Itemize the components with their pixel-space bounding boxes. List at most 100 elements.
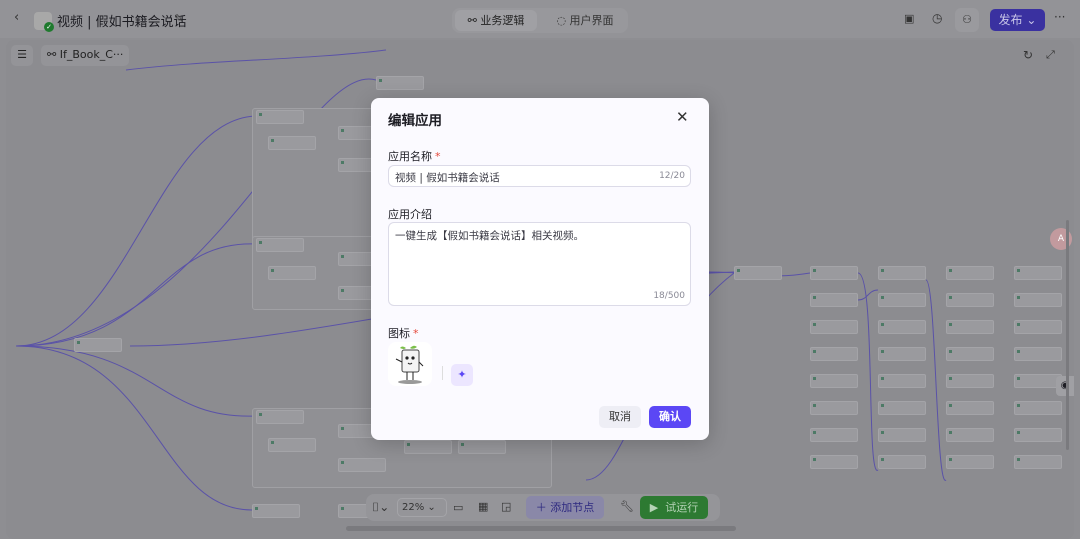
app-name-value: 视频 | 假如书籍会说话 xyxy=(395,172,500,184)
desc-label: 应用介绍 xyxy=(388,208,432,221)
required-mark: * xyxy=(413,327,419,340)
workflow-node[interactable] xyxy=(946,347,994,361)
breadcrumb-label: If_Book_C··· xyxy=(59,48,124,61)
name-char-count: 12/20 xyxy=(659,171,685,181)
palette-icon: ◌ xyxy=(556,14,570,27)
workflow-node[interactable] xyxy=(1014,428,1062,442)
ai-generate-icon-button[interactable]: ✦ xyxy=(451,364,473,386)
workflow-node[interactable] xyxy=(268,266,316,280)
workflow-node[interactable] xyxy=(810,266,858,280)
edge xyxy=(857,289,879,301)
workflow-node[interactable] xyxy=(810,428,858,442)
workflow-node[interactable] xyxy=(252,504,300,518)
workflow-node[interactable] xyxy=(256,238,304,252)
app-title: 视频 | 假如书籍会说话 xyxy=(57,15,187,30)
zoom-select[interactable]: 22% ⌄ xyxy=(397,498,447,517)
tab-business-logic[interactable]: ⚯ 业务逻辑 xyxy=(455,10,537,31)
workflow-node[interactable] xyxy=(878,293,926,307)
edge xyxy=(15,115,257,347)
workflow-node[interactable] xyxy=(1014,374,1062,388)
workflow-node[interactable] xyxy=(1014,320,1062,334)
workflow-node[interactable] xyxy=(878,401,926,415)
workflow-node[interactable] xyxy=(946,266,994,280)
name-label: 应用名称 * xyxy=(388,148,441,164)
edit-icon[interactable]: ✎ xyxy=(174,12,183,25)
dialog-title: 编辑应用 xyxy=(388,113,442,129)
app-name-input[interactable]: 视频 | 假如书籍会说话 12/20 xyxy=(388,165,691,187)
zoom-value: 22% xyxy=(402,502,425,513)
workflow-node[interactable] xyxy=(810,455,858,469)
app-description-value: 一键生成【假如书籍会说话】相关视频。 xyxy=(395,230,584,242)
workflow-node[interactable] xyxy=(878,374,926,388)
add-node-button[interactable]: ＋ 添加节点 xyxy=(526,496,604,519)
workflow-breadcrumb[interactable]: ⚯ If_Book_C··· xyxy=(41,45,129,66)
edge xyxy=(15,345,257,417)
workflow-node[interactable] xyxy=(74,338,122,352)
mouse-mode-icon[interactable]: ⌷⌄ xyxy=(372,500,389,515)
test-run-button[interactable]: ▶ 试运行 xyxy=(640,496,708,519)
collaborators-icon[interactable]: ⚇ xyxy=(955,8,979,32)
workflow-node[interactable] xyxy=(1014,266,1062,280)
archive-icon[interactable]: ▣ xyxy=(904,12,914,25)
history-icon[interactable]: ◷ xyxy=(932,11,942,25)
publish-button[interactable]: 发布 ⌄ xyxy=(990,9,1045,31)
back-icon[interactable]: ‹ xyxy=(14,10,19,25)
workflow-node[interactable] xyxy=(256,410,304,424)
edge xyxy=(125,49,387,71)
workflow-node[interactable] xyxy=(946,320,994,334)
check-icon: ✓ xyxy=(44,22,54,32)
workflow-node[interactable] xyxy=(946,401,994,415)
vertical-scrollbar[interactable] xyxy=(1066,220,1069,450)
workflow-node[interactable] xyxy=(268,438,316,452)
workflow-node[interactable] xyxy=(810,293,858,307)
workflow-node[interactable] xyxy=(338,458,386,472)
workflow-node[interactable] xyxy=(946,455,994,469)
workflow-node[interactable] xyxy=(458,440,506,454)
minimap-icon[interactable]: ◲ xyxy=(501,500,511,513)
workflow-node[interactable] xyxy=(878,347,926,361)
app-icon-image[interactable] xyxy=(388,342,432,386)
confirm-button[interactable]: 确认 xyxy=(649,406,691,428)
workflow-node[interactable] xyxy=(1014,401,1062,415)
cancel-button[interactable]: 取消 xyxy=(599,406,641,428)
edge xyxy=(15,243,257,347)
workflow-node[interactable] xyxy=(734,266,782,280)
workflow-node[interactable] xyxy=(810,347,858,361)
workflow-node[interactable] xyxy=(878,428,926,442)
workflow-node[interactable] xyxy=(1014,455,1062,469)
workflow-node[interactable] xyxy=(256,110,304,124)
outline-toggle-icon[interactable]: ☰ xyxy=(11,45,33,66)
workflow-node[interactable] xyxy=(878,455,926,469)
workflow-node[interactable] xyxy=(878,266,926,280)
edit-app-dialog: 编辑应用 ✕ 应用名称 * 视频 | 假如书籍会说话 12/20 应用介绍 一键生成… xyxy=(371,98,709,440)
refresh-icon[interactable]: ↻ xyxy=(1023,48,1033,62)
workflow-node[interactable] xyxy=(404,440,452,454)
workflow-node[interactable] xyxy=(946,374,994,388)
debug-tool-icon[interactable]: 🔧︎ xyxy=(620,500,634,513)
top-bar: ‹ ✓ 视频 | 假如书籍会说话 ✎ ⚯ 业务逻辑 ◌ 用户界面 ▣ ◷ ⚇ 发… xyxy=(0,0,1080,38)
more-icon[interactable]: ··· xyxy=(1054,10,1065,24)
workflow-node[interactable] xyxy=(376,76,424,90)
workflow-node[interactable] xyxy=(1014,347,1062,361)
workflow-node[interactable] xyxy=(268,136,316,150)
workflow-node[interactable] xyxy=(1014,293,1062,307)
workflow-node[interactable] xyxy=(946,293,994,307)
name-label-text: 应用名称 xyxy=(388,150,432,163)
workflow-node[interactable] xyxy=(810,401,858,415)
grid-layout-icon[interactable]: ▦ xyxy=(478,500,488,513)
workflow-node[interactable] xyxy=(810,320,858,334)
assistant-float-icon[interactable]: ◉ xyxy=(1056,376,1074,396)
comment-icon[interactable]: ▭ xyxy=(453,501,463,514)
workflow-node[interactable] xyxy=(946,428,994,442)
app-description-textarea[interactable]: 一键生成【假如书籍会说话】相关视频。 18/500 xyxy=(388,222,691,306)
tab-user-interface[interactable]: ◌ 用户界面 xyxy=(545,10,625,31)
expand-icon[interactable]: ⤢ xyxy=(1046,48,1055,62)
edge xyxy=(925,279,947,481)
close-icon[interactable]: ✕ xyxy=(676,108,689,126)
tab-label: 用户界面 xyxy=(569,14,614,27)
tab-label: 业务逻辑 xyxy=(480,14,525,27)
workflow-node[interactable] xyxy=(810,374,858,388)
desc-char-count: 18/500 xyxy=(653,291,685,301)
workflow-node[interactable] xyxy=(878,320,926,334)
horizontal-scrollbar[interactable] xyxy=(346,526,736,531)
